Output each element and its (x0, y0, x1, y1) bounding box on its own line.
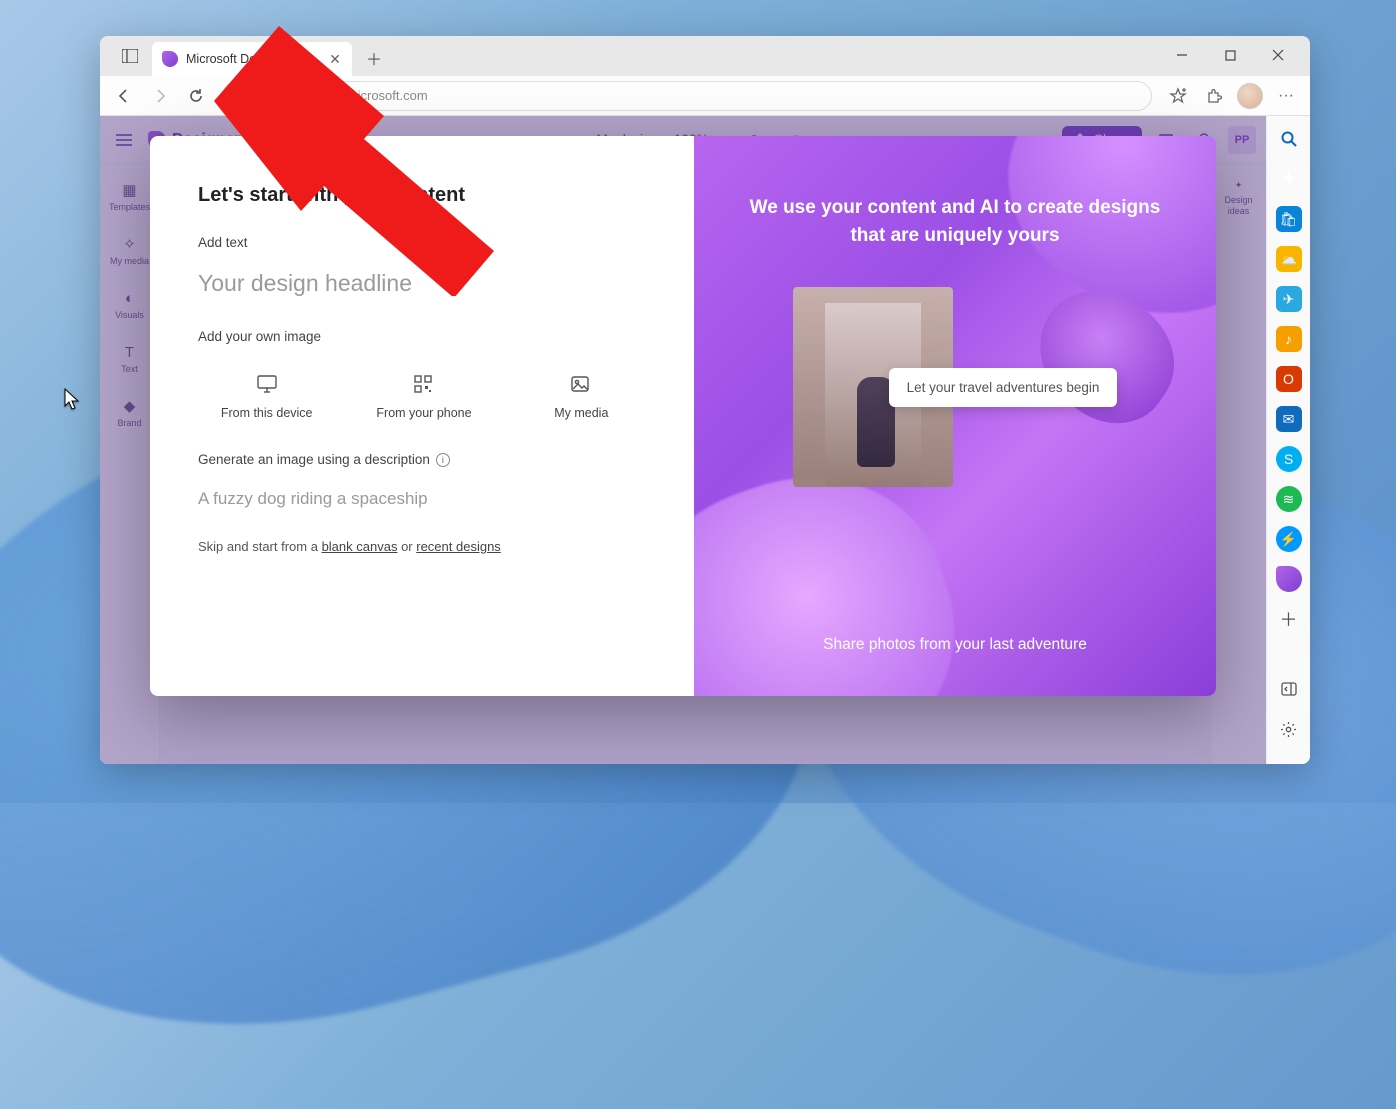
modal-heading: Let's start with your content (198, 184, 650, 207)
promo-caption: Share photos from your last adventure (823, 636, 1087, 654)
skip-text: Skip and start from a blank canvas or re… (198, 539, 650, 554)
monitor-icon (256, 374, 278, 396)
lock-icon (235, 87, 247, 104)
promo-demo: Let your travel adventures begin (793, 287, 1118, 487)
add-text-label: Add text (198, 235, 650, 250)
designer-favicon (162, 51, 178, 67)
new-tab-button[interactable]: ＋ (360, 44, 388, 72)
image-icon (570, 374, 592, 396)
add-image-label: Add your own image (198, 329, 650, 344)
close-window-button[interactable] (1264, 41, 1292, 69)
page-viewport: Designer +New design My design 100% Shar… (100, 116, 1266, 764)
sidebar-skype-icon[interactable]: S (1276, 446, 1302, 472)
minimize-button[interactable] (1168, 41, 1196, 69)
from-device-button[interactable]: From this device (198, 364, 335, 430)
forward-button[interactable] (144, 80, 176, 112)
promo-headline: We use your content and AI to create des… (694, 194, 1216, 249)
browser-toolbar: https://designer.microsoft.com ··· (100, 76, 1310, 116)
my-media-button[interactable]: My media (513, 364, 650, 430)
sidebar-app-icon[interactable]: ✈ (1276, 286, 1302, 312)
skip-or: or (397, 539, 416, 554)
browser-window: Microsoft Designer ✕ ＋ https://designer.… (100, 36, 1310, 764)
close-tab-button[interactable]: ✕ (326, 50, 344, 68)
recent-designs-link[interactable]: recent designs (416, 539, 501, 554)
sidebar-app-icon[interactable]: ✦ (1276, 166, 1302, 192)
sidebar-spotify-icon[interactable]: ≋ (1276, 486, 1302, 512)
headline-input[interactable] (198, 260, 650, 307)
from-phone-label: From your phone (376, 406, 471, 420)
window-controls (1156, 36, 1304, 74)
sidebar-settings-button[interactable] (1276, 716, 1302, 742)
profile-button[interactable] (1234, 80, 1266, 112)
sidebar-app-icon[interactable]: ⛅ (1276, 246, 1302, 272)
sidebar-office-icon[interactable]: O (1276, 366, 1302, 392)
from-phone-button[interactable]: From your phone (355, 364, 492, 430)
avatar-icon (1237, 83, 1263, 109)
favorites-button[interactable] (1162, 80, 1194, 112)
sidebar-collapse-button[interactable] (1276, 676, 1302, 702)
sidebar-designer-icon[interactable] (1276, 566, 1302, 592)
tab-title: Microsoft Designer (186, 52, 290, 66)
browser-tab[interactable]: Microsoft Designer ✕ (152, 42, 352, 76)
sidebar-add-button[interactable]: ＋ (1276, 606, 1302, 632)
from-device-label: From this device (221, 406, 313, 420)
qr-icon (413, 374, 435, 396)
sidebar-app-icon[interactable]: 🛍 (1276, 206, 1302, 232)
sidebar-search-button[interactable] (1276, 126, 1302, 152)
address-bar[interactable]: https://designer.microsoft.com (222, 81, 1152, 111)
generate-label: Generate an image using a description (198, 452, 430, 467)
extensions-button[interactable] (1198, 80, 1230, 112)
sidebar-messenger-icon[interactable]: ⚡ (1276, 526, 1302, 552)
back-button[interactable] (108, 80, 140, 112)
url-text: https://designer.microsoft.com (255, 88, 428, 103)
image-source-row: From this device From your phone My medi… (198, 364, 650, 430)
sidebar-outlook-icon[interactable]: ✉ (1276, 406, 1302, 432)
modal-left-panel: Let's start with your content Add text A… (150, 136, 694, 696)
tab-overview-button[interactable] (114, 40, 146, 72)
info-icon[interactable]: i (436, 453, 450, 467)
generate-label-row: Generate an image using a description i (198, 452, 650, 467)
refresh-button[interactable] (180, 80, 212, 112)
tab-strip: Microsoft Designer ✕ ＋ (100, 36, 1310, 76)
my-media-label: My media (554, 406, 608, 420)
start-modal: Let's start with your content Add text A… (150, 136, 1216, 696)
content-row: Designer +New design My design 100% Shar… (100, 116, 1310, 764)
modal-right-panel: We use your content and AI to create des… (694, 136, 1216, 696)
modal-overlay[interactable]: Let's start with your content Add text A… (100, 116, 1266, 764)
promo-pill: Let your travel adventures begin (889, 368, 1118, 407)
sidebar-app-icon[interactable]: ♪ (1276, 326, 1302, 352)
generate-input[interactable] (198, 477, 650, 521)
blank-canvas-link[interactable]: blank canvas (322, 539, 398, 554)
menu-button[interactable]: ··· (1270, 80, 1302, 112)
edge-sidebar: ✦ 🛍 ⛅ ✈ ♪ O ✉ S ≋ ⚡ ＋ (1266, 116, 1310, 764)
skip-prefix: Skip and start from a (198, 539, 322, 554)
mouse-cursor (64, 388, 80, 412)
maximize-button[interactable] (1216, 41, 1244, 69)
